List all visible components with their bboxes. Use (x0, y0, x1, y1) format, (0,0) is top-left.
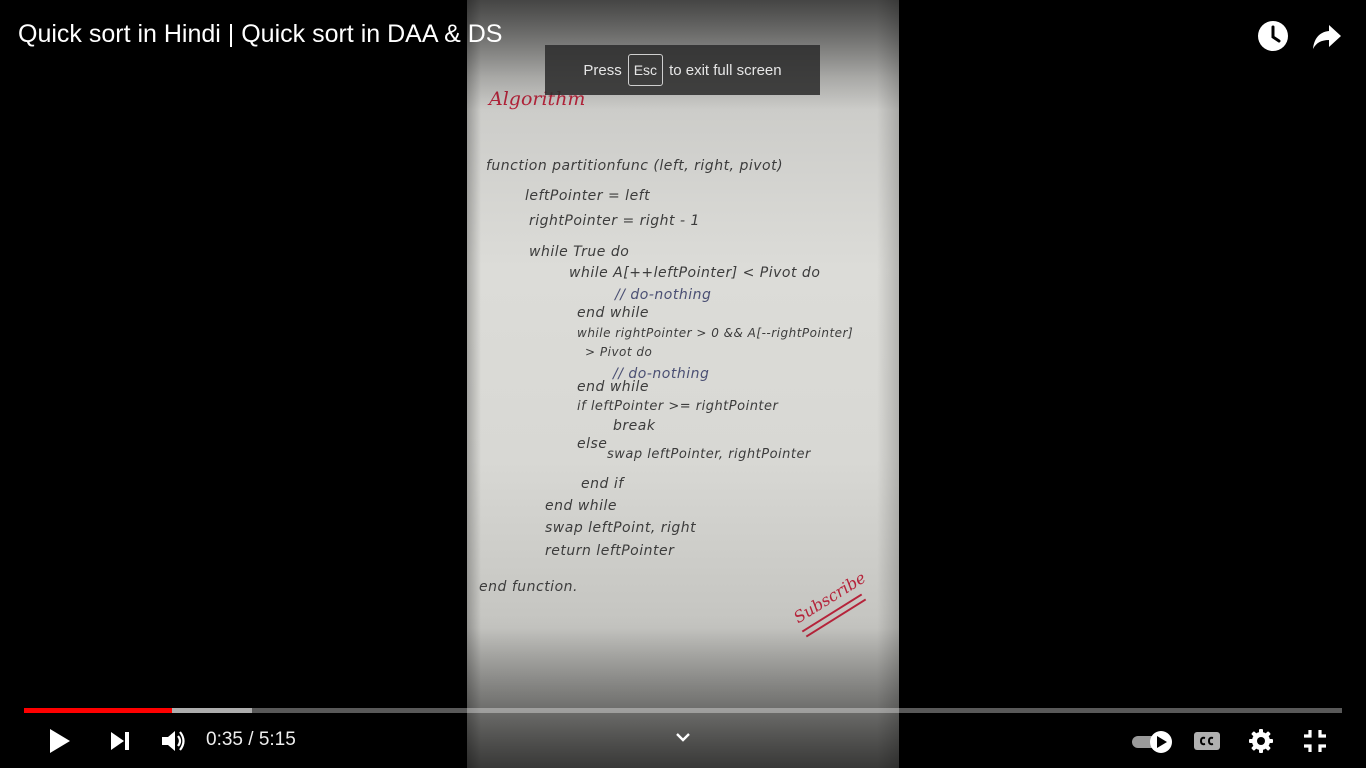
captions-button[interactable] (1190, 725, 1224, 757)
video-player[interactable]: Algorithm function partitionfunc (left, … (0, 0, 1366, 768)
autoplay-toggle[interactable] (1128, 725, 1176, 757)
mute-button[interactable] (155, 722, 191, 760)
handwritten-line: while rightPointer > 0 && A[--rightPoint… (577, 326, 854, 340)
next-button[interactable] (102, 722, 138, 760)
handwritten-line: swap leftPointer, rightPointer (607, 447, 811, 462)
paper-shadow (877, 0, 899, 768)
play-button[interactable] (40, 722, 78, 760)
toast-prefix: Press (583, 61, 622, 79)
handwritten-line: if leftPointer >= rightPointer (577, 399, 779, 414)
video-frame[interactable]: Algorithm function partitionfunc (left, … (467, 0, 899, 768)
clock-icon (1258, 21, 1288, 51)
volume-icon (162, 731, 185, 751)
next-icon (111, 732, 129, 750)
handwritten-line: while A[++leftPointer] < Pivot do (569, 265, 821, 281)
handwritten-line: function partitionfunc (left, right, piv… (486, 158, 784, 174)
handwritten-line: end function. (479, 579, 578, 595)
autoplay-toggle-icon (1132, 731, 1172, 753)
handwritten-line: > Pivot do (585, 345, 653, 359)
paper-shadow (467, 0, 481, 768)
watch-later-button[interactable] (1255, 18, 1291, 54)
duration: 5:15 (258, 729, 296, 750)
settings-button[interactable] (1244, 724, 1278, 758)
handwritten-line: // do-nothing (615, 287, 712, 303)
video-title[interactable]: Quick sort in Hindi | Quick sort in DAA … (18, 20, 502, 49)
handwritten-line: else (577, 436, 608, 452)
time-display: 0:35 / 5:15 (206, 729, 296, 751)
time-separator: / (248, 729, 254, 750)
exit-fullscreen-icon (1304, 730, 1326, 752)
play-icon (50, 729, 70, 753)
exit-fullscreen-button[interactable] (1298, 724, 1332, 758)
handwritten-line: end if (581, 476, 624, 492)
handwritten-line: while True do (529, 244, 630, 260)
share-icon (1313, 25, 1341, 49)
current-time: 0:35 (206, 729, 243, 750)
chevron-down-icon (676, 733, 690, 742)
captions-icon (1194, 732, 1220, 750)
progress-bar[interactable] (24, 708, 1342, 713)
esc-key-badge: Esc (627, 54, 664, 86)
toast-suffix: to exit full screen (669, 61, 782, 79)
share-button[interactable] (1309, 18, 1345, 54)
expand-button[interactable] (670, 726, 696, 748)
progress-played (24, 708, 172, 713)
fullscreen-toast: Press Esc to exit full screen (545, 45, 820, 95)
gear-icon (1249, 729, 1273, 753)
handwritten-line: break (613, 418, 656, 434)
handwritten-line: rightPointer = right - 1 (529, 213, 700, 229)
handwritten-line: return leftPointer (545, 543, 675, 559)
handwritten-line: end while (577, 379, 650, 395)
handwritten-line: end while (545, 498, 618, 514)
handwritten-line: end while (577, 305, 650, 321)
handwritten-line: swap leftPoint, right (545, 520, 697, 536)
handwritten-line: leftPointer = left (525, 188, 651, 204)
